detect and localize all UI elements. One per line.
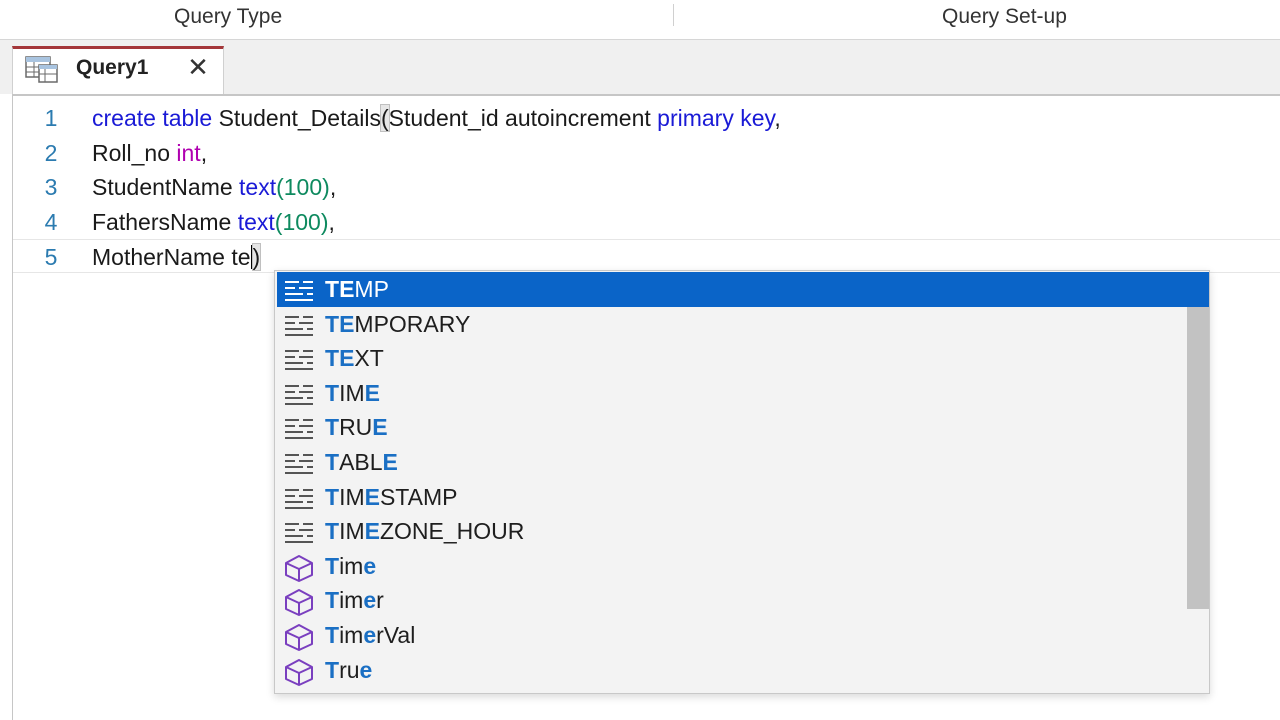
cube-icon	[283, 658, 315, 686]
suggestion-label: TEMP	[325, 276, 389, 302]
tab-title: Query1	[76, 56, 149, 79]
suggestion-label: Timer	[325, 587, 384, 614]
close-icon[interactable]: ✕	[183, 52, 213, 83]
keyword-icon	[283, 346, 315, 371]
suggestion-label: TRUE	[325, 414, 388, 441]
suggestion-item[interactable]: True	[277, 653, 1209, 688]
line-number: 4	[44, 208, 58, 235]
line-number: 1	[44, 105, 58, 131]
code-token: MotherName te	[92, 244, 251, 271]
code-token: ,	[200, 139, 208, 166]
ribbon-group-bar: Query Type Query Set-up	[0, 0, 1280, 40]
suggestion-label: TIME	[325, 379, 380, 406]
line-number: 3	[44, 174, 58, 201]
code-token: Student_id autoincrement	[388, 105, 658, 131]
code-line[interactable]: 3 StudentName text(100),	[13, 170, 1280, 204]
code-token: FathersName	[92, 208, 238, 235]
code-line[interactable]: 2 Roll_no int,	[13, 136, 1280, 170]
code-line[interactable]: 5 MotherName te)	[13, 239, 1280, 274]
suggestion-item[interactable]: TIMESTAMP	[277, 480, 1209, 515]
ribbon-group-query-type: Query Type	[174, 5, 283, 28]
code-token: StudentName	[92, 174, 240, 201]
suggestion-item[interactable]: Time	[277, 549, 1209, 584]
code-text: Roll_no int,	[92, 136, 207, 170]
suggestion-label: TEMPORARY	[325, 310, 471, 337]
code-token: text	[239, 174, 277, 201]
code-token: Student_Details	[218, 105, 381, 131]
keyword-icon	[283, 450, 315, 474]
cube-icon	[283, 588, 315, 617]
suggestion-item[interactable]: TEMPORARY	[277, 307, 1209, 342]
suggestion-label: Time	[325, 552, 377, 579]
code-line[interactable]: 1 create table Student_Details(Student_id…	[13, 101, 1280, 135]
suggestion-item[interactable]: TimerVal	[277, 618, 1209, 653]
keyword-icon	[283, 277, 315, 301]
code-token: )	[251, 243, 262, 272]
suggestion-item[interactable]: TEMP	[277, 272, 1209, 307]
ribbon-divider	[673, 4, 674, 26]
code-token: int	[176, 139, 201, 166]
code-token: (	[380, 104, 390, 132]
suggestion-label: TEXT	[325, 345, 384, 372]
keyword-icon	[283, 415, 315, 440]
code-token: (100)	[274, 208, 329, 235]
suggestion-item[interactable]: TEXT	[277, 341, 1209, 376]
keyword-icon	[283, 485, 315, 509]
suggestion-item[interactable]: TIMEZONE_HOUR	[277, 514, 1209, 549]
suggestion-label: True	[325, 656, 373, 683]
document-tab-strip: Query1 ✕	[0, 40, 1280, 94]
code-token: primary key	[657, 105, 775, 131]
keyword-icon	[283, 381, 315, 405]
line-number: 5	[44, 244, 58, 271]
suggestion-label: TABLE	[325, 449, 398, 475]
code-line[interactable]: 4 FathersName text(100),	[13, 205, 1280, 239]
code-token: ,	[328, 208, 335, 235]
suggestion-label: TIMESTAMP	[325, 483, 458, 510]
suggestion-item[interactable]: TRUE	[277, 410, 1209, 445]
cube-icon	[283, 623, 315, 651]
ribbon-group-query-setup: Query Set-up	[942, 5, 1067, 28]
keyword-icon	[283, 312, 315, 336]
code-token: (100)	[276, 174, 330, 201]
code-text: MotherName te)	[92, 240, 262, 274]
code-token: create table	[92, 105, 219, 131]
keyword-icon	[283, 519, 315, 544]
code-token: ,	[329, 174, 337, 201]
code-text: StudentName text(100),	[92, 170, 336, 204]
code-text: create table Student_Details(Student_id …	[92, 101, 781, 135]
sql-query-icon	[25, 56, 58, 83]
code-token: ,	[774, 105, 781, 131]
autocomplete-popup: TEMP TEMPORARY TEXT TIME TRUE TABLE TIMESTAMP T…	[274, 270, 1210, 694]
code-text: FathersName text(100),	[92, 205, 335, 239]
suggestion-label: TIMEZONE_HOUR	[325, 518, 525, 545]
suggestion-label: TimerVal	[325, 622, 416, 648]
code-token: Roll_no	[92, 139, 177, 166]
suggestion-item[interactable]: Timer	[277, 583, 1209, 618]
suggestion-item[interactable]: TABLE	[277, 445, 1209, 480]
tab-query1[interactable]: Query1 ✕	[12, 46, 224, 94]
cube-icon	[283, 554, 315, 582]
line-number: 2	[44, 139, 58, 166]
code-token: text	[237, 208, 275, 235]
suggestion-item[interactable]: TIME	[277, 376, 1209, 411]
